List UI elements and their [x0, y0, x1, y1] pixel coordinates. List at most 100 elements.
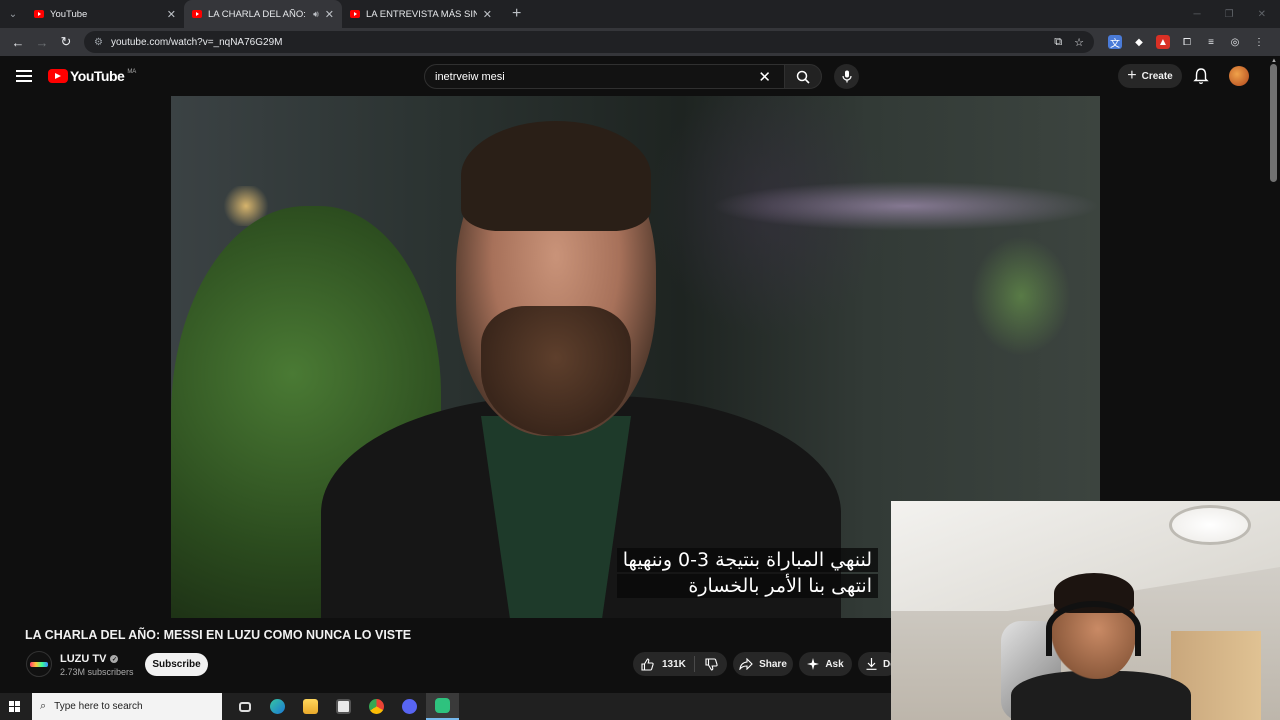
channel-subscriber-count: 2.73M subscribers [60, 667, 134, 677]
store-icon[interactable] [327, 693, 360, 720]
video-title: LA CHARLA DEL AÑO: MESSI EN LUZU COMO NU… [25, 628, 412, 642]
browser-tab-youtube[interactable]: YouTube ✕ [26, 0, 184, 28]
screen: ⌄ YouTube ✕ LA CHARLA DEL AÑO: MESSI 🔊︎ … [0, 0, 1280, 720]
microphone-icon [841, 70, 852, 83]
clear-search-icon[interactable]: ✕ [758, 68, 771, 86]
share-arrow-icon [739, 658, 753, 670]
new-tab-button[interactable]: + [512, 5, 521, 23]
search-icon [796, 70, 810, 84]
profile-icon[interactable]: ◎ [1228, 35, 1242, 49]
discord-icon[interactable] [393, 693, 426, 720]
window-controls: ─ ❐ ✕ [1194, 9, 1280, 20]
red-extension-icon[interactable]: ▲ [1156, 35, 1170, 49]
video-frame-hair [461, 121, 651, 231]
browser-tabstrip: ⌄ YouTube ✕ LA CHARLA DEL AÑO: MESSI 🔊︎ … [0, 0, 1280, 28]
youtube-header: YouTube MA inetrveiw mesi ✕ + Create [0, 56, 1280, 96]
share-label: Share [759, 658, 787, 670]
extensions-area: 文 ◆ ▲ ⧠ ≡ ◎ ⋮ [1108, 35, 1266, 50]
like-button[interactable]: 131K [633, 656, 695, 672]
minimize-icon[interactable]: ─ [1194, 9, 1201, 20]
create-label: Create [1141, 70, 1173, 82]
url-text[interactable]: youtube.com/watch?v=_nqNA76G29M [111, 37, 1054, 48]
media-control-icon[interactable]: ≡ [1204, 35, 1218, 49]
dislike-button[interactable] [695, 657, 727, 671]
bookmark-star-icon[interactable]: ☆ [1074, 36, 1084, 49]
restore-icon[interactable]: ❐ [1225, 9, 1234, 20]
tab-search-chevron-icon[interactable]: ⌄ [0, 0, 26, 28]
search-button[interactable] [784, 64, 822, 89]
ask-label: Ask [825, 658, 844, 670]
voice-search-button[interactable] [834, 64, 859, 89]
close-window-icon[interactable]: ✕ [1258, 9, 1266, 20]
address-bar[interactable]: ⚙ youtube.com/watch?v=_nqNA76G29M ⧉ ☆ [84, 31, 1094, 53]
kebab-menu-icon[interactable]: ⋮ [1252, 35, 1266, 49]
taskbar-apps [228, 693, 459, 720]
windows-taskbar: ⌕ Type here to search [0, 693, 891, 720]
youtube-wordmark: YouTube [70, 68, 125, 84]
tab-title: LA ENTREVISTA MÁS SINCERA [366, 8, 477, 20]
youtube-play-icon [48, 69, 68, 83]
caption-line: انتهى بنا الأمر بالخسارة [616, 574, 878, 598]
plus-icon: + [1127, 67, 1137, 84]
browser-tab-entrevista[interactable]: LA ENTREVISTA MÁS SINCERA ✕ [342, 0, 500, 28]
task-view-icon[interactable] [228, 693, 261, 720]
thumbs-down-icon [704, 657, 718, 671]
reload-icon[interactable]: ↻ [54, 30, 78, 54]
channel-name[interactable]: LUZU TV [60, 653, 106, 665]
verified-check-icon: ✓ [110, 655, 119, 663]
search-icon: ⌕ [40, 700, 47, 712]
like-count: 131K [662, 658, 686, 670]
country-code: MA [127, 69, 137, 75]
file-explorer-icon[interactable] [294, 693, 327, 720]
like-dislike-group: 131K [633, 652, 727, 676]
start-button[interactable] [0, 701, 28, 712]
webcam-headset [1046, 601, 1141, 656]
puzzle-extensions-icon[interactable]: ⧠ [1180, 35, 1194, 49]
site-info-icon[interactable]: ⚙ [94, 37, 103, 48]
chrome-icon[interactable] [360, 693, 393, 720]
windows-logo-icon [8, 701, 20, 712]
account-avatar[interactable] [1229, 66, 1249, 86]
search-query[interactable]: inetrveiw mesi [435, 71, 758, 83]
caption-line: لننهي المباراة بنتيجة 3-0 وننهيها [616, 548, 878, 572]
page-scrollbar[interactable] [1270, 64, 1277, 182]
video-frame-background [971, 236, 1071, 356]
taskbar-search-placeholder: Type here to search [54, 701, 143, 712]
search-input[interactable]: inetrveiw mesi ✕ [424, 64, 786, 89]
taskbar-search-input[interactable]: ⌕ Type here to search [32, 693, 222, 720]
edge-icon[interactable] [261, 693, 294, 720]
channel-avatar[interactable] [26, 651, 52, 677]
diamond-extension-icon[interactable]: ◆ [1132, 35, 1146, 49]
sparkle-icon [807, 658, 820, 670]
ask-button[interactable]: Ask [799, 652, 852, 676]
forward-arrow-icon[interactable]: → [30, 30, 54, 54]
video-frame-beard [481, 306, 631, 436]
video-captions: لننهي المباراة بنتيجة 3-0 وننهيها انتهى … [616, 548, 878, 600]
install-app-icon[interactable]: ⧉ [1054, 36, 1062, 49]
webcam-ceiling-light [1169, 505, 1251, 545]
speaker-icon[interactable]: 🔊︎ [313, 9, 319, 20]
tab-title: YouTube [50, 8, 88, 20]
share-button[interactable]: Share [733, 652, 793, 676]
youtube-favicon-icon [34, 10, 44, 18]
translate-extension-icon[interactable]: 文 [1108, 35, 1122, 50]
close-tab-icon[interactable]: ✕ [167, 8, 176, 21]
create-button[interactable]: + Create [1118, 64, 1182, 88]
video-frame-light [711, 181, 1100, 231]
youtube-favicon-icon [192, 10, 202, 18]
active-app-icon[interactable] [426, 693, 459, 720]
youtube-favicon-icon [350, 10, 360, 18]
notifications-bell-icon[interactable] [1192, 67, 1210, 85]
hamburger-menu-icon[interactable] [16, 70, 32, 82]
close-tab-icon[interactable]: ✕ [325, 8, 334, 21]
browser-toolbar: ← → ↻ ⚙ youtube.com/watch?v=_nqNA76G29M … [0, 28, 1280, 56]
channel-name-link[interactable]: LUZU TV ✓ [60, 653, 119, 665]
tab-title: LA CHARLA DEL AÑO: MESSI [208, 8, 309, 20]
back-arrow-icon[interactable]: ← [6, 30, 30, 54]
thumbs-up-icon [641, 657, 654, 671]
youtube-logo[interactable]: YouTube MA [48, 68, 136, 84]
subscribe-button[interactable]: Subscribe [145, 653, 208, 676]
close-tab-icon[interactable]: ✕ [483, 8, 492, 21]
browser-tab-messi-charla[interactable]: LA CHARLA DEL AÑO: MESSI 🔊︎ ✕ [184, 0, 342, 28]
download-icon [866, 658, 877, 670]
